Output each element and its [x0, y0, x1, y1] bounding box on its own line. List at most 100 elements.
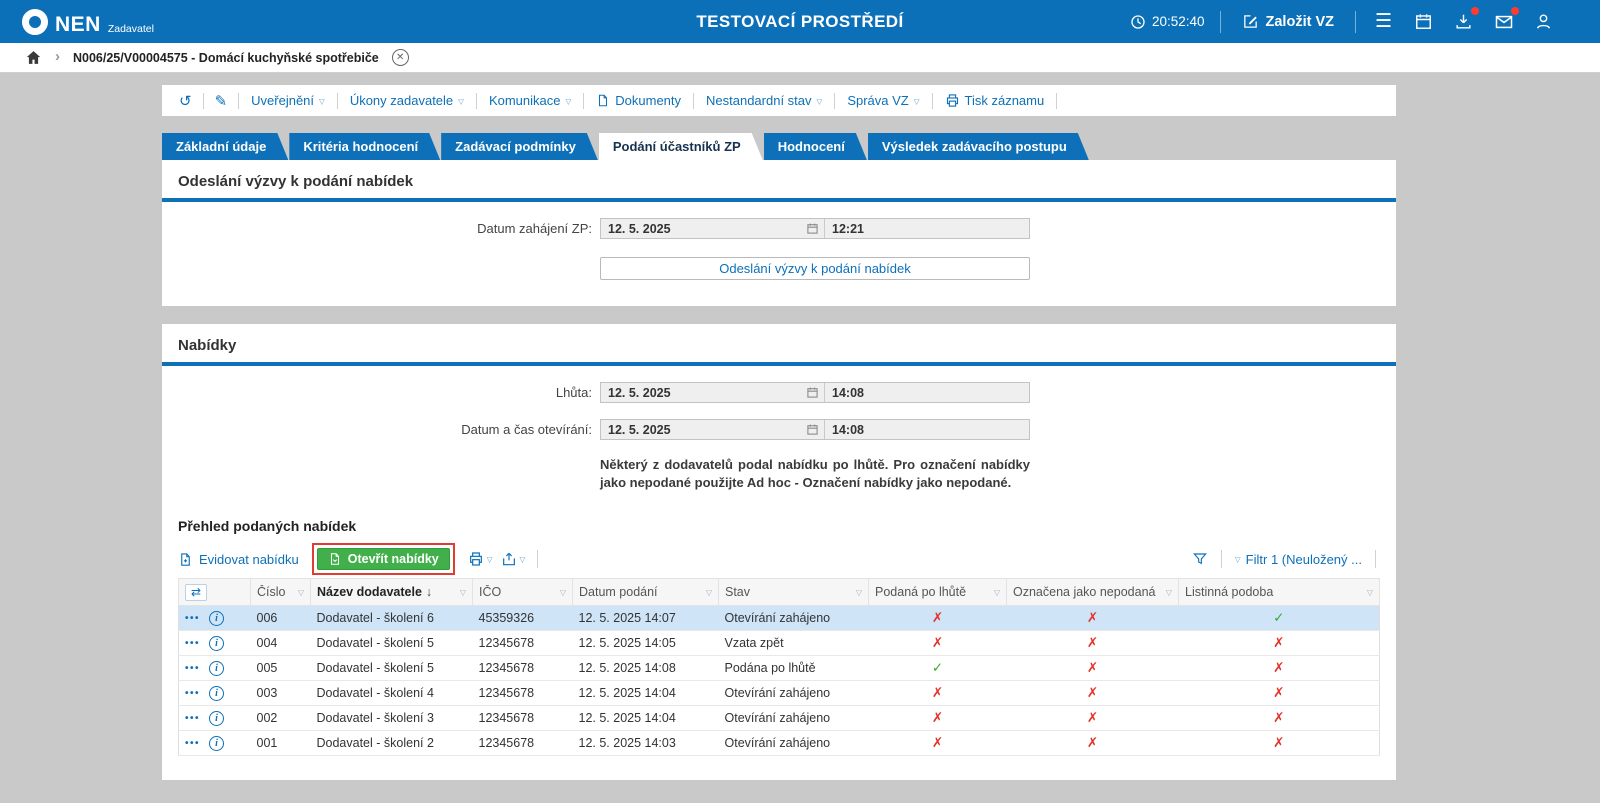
- start-time-input[interactable]: 12:21: [824, 219, 1029, 238]
- column-filter-icon[interactable]: ▽: [298, 588, 304, 597]
- row-menu-button[interactable]: •••: [185, 688, 200, 699]
- topbar-actions: 20:52:40 Založit VZ ☰: [1130, 7, 1600, 34]
- table-row[interactable]: ••• i 001 Dodavatel - školení 2 12345678 12. …: [178, 730, 1380, 757]
- column-filter-icon[interactable]: ▽: [856, 588, 862, 597]
- opening-date-input[interactable]: 12. 5. 2025: [601, 423, 806, 437]
- tab-podani-ucastniku-zp[interactable]: Podání účastníků ZP: [599, 133, 763, 160]
- start-date-label: Datum zahájení ZP:: [477, 221, 592, 236]
- profile-button[interactable]: [1531, 9, 1556, 34]
- table-row[interactable]: ••• i 005 Dodavatel - školení 5 12345678 12. …: [178, 655, 1380, 682]
- col-oznacena-jako-nepodana[interactable]: Označena jako nepodaná ▽: [1006, 578, 1179, 607]
- send-invitation-button[interactable]: Odeslání výzvy k podání nabídek: [600, 257, 1030, 280]
- edit-square-icon: [1243, 15, 1257, 28]
- column-filter-icon[interactable]: ▽: [706, 588, 712, 597]
- tutorial-highlight-box: Otevřít nabídky: [311, 543, 455, 576]
- row-info-button[interactable]: i: [209, 736, 225, 752]
- column-filter-icon[interactable]: ▽: [460, 588, 466, 597]
- cross-icon: ✗: [1086, 735, 1099, 751]
- deadline-time-input[interactable]: 14:08: [824, 383, 1029, 402]
- column-filter-icon[interactable]: ▽: [1367, 588, 1373, 597]
- home-button[interactable]: [24, 49, 42, 67]
- column-filter-icon[interactable]: ▽: [994, 588, 1000, 597]
- column-filter-icon[interactable]: ▽: [560, 588, 566, 597]
- tab-label: Výsledek zadávacího postupu: [881, 139, 1067, 154]
- opening-time-input[interactable]: 14:08: [824, 420, 1029, 439]
- record-offer-button[interactable]: Evidovat nabídku: [178, 552, 299, 567]
- close-record-button[interactable]: ✕: [391, 49, 409, 66]
- active-filter-button[interactable]: ▽ Filtr 1 (Neuložený ...: [1235, 552, 1362, 567]
- calendar-button[interactable]: [1411, 9, 1436, 34]
- cross-icon: ✗: [931, 710, 944, 726]
- chevron-down-icon: ▽: [486, 554, 493, 564]
- cell-paper-form: ✗: [1178, 730, 1380, 757]
- refresh-button[interactable]: ↺: [174, 92, 197, 110]
- menu-nestandardni-stav[interactable]: Nestandardní stav ▽: [700, 93, 828, 108]
- separator: [1220, 550, 1222, 569]
- menu-uverejneni[interactable]: Uveřejnění ▽: [245, 93, 331, 108]
- row-info-button[interactable]: i: [209, 711, 225, 727]
- tab-hodnoceni[interactable]: Hodnocení: [764, 133, 867, 160]
- tab-vysledek-zadavaciho-postupu[interactable]: Výsledek zadávacího postupu: [868, 133, 1089, 160]
- table-row[interactable]: ••• i 004 Dodavatel - školení 5 12345678 12. …: [178, 630, 1380, 657]
- messages-button[interactable]: [1491, 7, 1519, 34]
- menu-komunikace[interactable]: Komunikace ▽: [483, 93, 577, 108]
- col-podana-po-lhute[interactable]: Podaná po lhůtě ▽: [868, 578, 1007, 607]
- nen-logo[interactable]: NEN Zadavatel: [22, 8, 154, 35]
- col-cislo[interactable]: Číslo ▽: [250, 578, 311, 607]
- open-offers-button[interactable]: Otevřít nabídky: [316, 548, 450, 571]
- edit-record-button[interactable]: ✎: [210, 92, 233, 110]
- calendar-picker-button[interactable]: [806, 386, 824, 399]
- column-filter-icon[interactable]: ▽: [1166, 588, 1172, 597]
- row-actions: ••• i: [178, 630, 251, 657]
- col-datum-podani[interactable]: Datum podání ▽: [572, 578, 719, 607]
- cell-ico: 12345678: [472, 680, 573, 707]
- chevron-icon: ›: [55, 48, 60, 65]
- calendar-picker-button[interactable]: [806, 222, 824, 235]
- opening-datetime-field: 12. 5. 2025 14:08: [600, 419, 1030, 440]
- menu-ukony-zadavatele[interactable]: Úkony zadavatele ▽: [344, 93, 470, 108]
- create-vz-label: Založit VZ: [1265, 13, 1334, 30]
- row-menu-button[interactable]: •••: [185, 738, 200, 749]
- tab-zadavaci-podminky[interactable]: Zadávací podmínky: [441, 133, 598, 160]
- deadline-date-input[interactable]: 12. 5. 2025: [601, 386, 806, 400]
- breadcrumb-record[interactable]: N006/25/V00004575 - Domácí kuchyňské spo…: [73, 51, 379, 65]
- calendar-picker-button[interactable]: [806, 423, 824, 436]
- row-menu-button[interactable]: •••: [185, 613, 200, 624]
- row-menu-button[interactable]: •••: [185, 713, 200, 724]
- cell-number: 002: [250, 705, 311, 732]
- row-info-button[interactable]: i: [209, 611, 225, 627]
- print-grid-button[interactable]: ▽: [468, 551, 493, 567]
- row-info-button[interactable]: i: [209, 636, 225, 652]
- row-menu-button[interactable]: •••: [185, 663, 200, 674]
- column-chooser-icon[interactable]: ⇄: [185, 583, 207, 601]
- sort-desc-icon: ↓: [425, 585, 433, 600]
- col-stav[interactable]: Stav ▽: [718, 578, 869, 607]
- menu-dokumenty[interactable]: Dokumenty: [590, 93, 687, 108]
- cross-icon: ✗: [1273, 710, 1285, 726]
- cell-late: ✗: [868, 730, 1007, 757]
- separator: [1056, 92, 1058, 109]
- table-row[interactable]: ••• i 006 Dodavatel - školení 6 45359326 12. …: [178, 605, 1380, 632]
- tab-kriteria-hodnoceni[interactable]: Kritéria hodnocení: [289, 133, 440, 160]
- row-info-button[interactable]: i: [209, 686, 225, 702]
- col-listinna-podoba[interactable]: Listinná podoba ▽: [1178, 578, 1380, 607]
- col-ico[interactable]: IČO ▽: [472, 578, 573, 607]
- cross-icon: ✗: [1273, 735, 1285, 751]
- menu-button[interactable]: ☰: [1371, 9, 1396, 34]
- tab-zakladni-udaje[interactable]: Základní údaje: [162, 133, 288, 160]
- row-info-button[interactable]: i: [209, 661, 225, 677]
- col-nazev-dodavatele[interactable]: Název dodavatele ↓ ▽: [310, 578, 473, 607]
- separator: [537, 550, 539, 569]
- funnel-icon[interactable]: [1192, 551, 1208, 567]
- start-date-input[interactable]: 12. 5. 2025: [601, 222, 806, 236]
- downloads-button[interactable]: [1451, 7, 1479, 34]
- export-grid-button[interactable]: ▽: [501, 551, 525, 567]
- create-vz-button[interactable]: Založit VZ: [1236, 12, 1340, 31]
- menu-sprava-vz[interactable]: Správa VZ ▽: [841, 93, 925, 108]
- cell-paper-form: ✗: [1178, 630, 1380, 657]
- table-row[interactable]: ••• i 003 Dodavatel - školení 4 12345678 12. …: [178, 680, 1380, 707]
- panel-title: Nabídky: [178, 337, 237, 354]
- table-row[interactable]: ••• i 002 Dodavatel - školení 3 12345678 12. …: [178, 705, 1380, 732]
- row-menu-button[interactable]: •••: [185, 638, 200, 649]
- menu-tisk-zaznamu[interactable]: Tisk záznamu: [939, 93, 1051, 108]
